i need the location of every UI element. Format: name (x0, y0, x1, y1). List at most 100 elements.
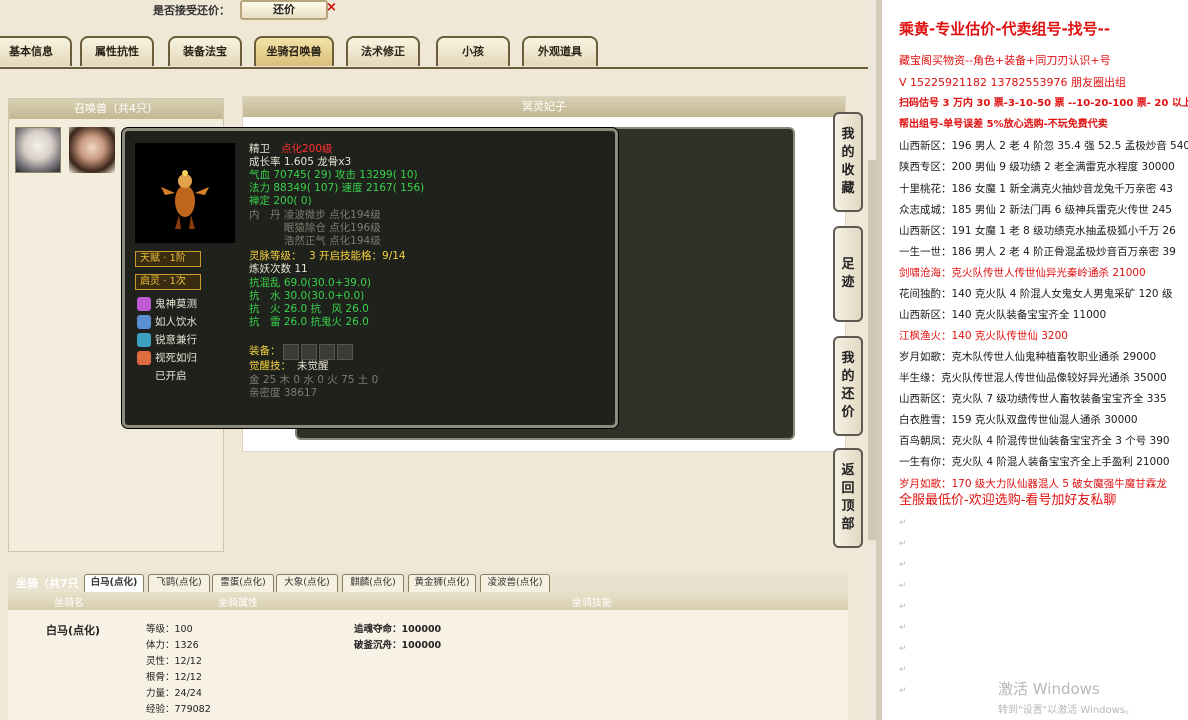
my-favorites-button[interactable]: 我 的 收 藏 (833, 112, 863, 212)
summon-inner-core: 内 丹 凌波微步 点化194级 (249, 209, 381, 221)
seller-note-line: 十里桃花：186 女魔 1 新全满克火抽炒音龙兔千万亲密 43 (899, 183, 1173, 195)
resistance: 抗 雷 26.0 抗鬼火 26.0 (249, 316, 369, 328)
seller-note-line: 岁月如歌：克木队传世人仙鬼种植畜牧职业通杀 29000 (899, 351, 1157, 363)
skill-icon (137, 333, 151, 347)
tab-equipment[interactable]: 装备法宝 (168, 36, 242, 66)
seller-note-line: 百鸟朝凤：克火队 4 阶混传世仙装备宝宝齐全 3 个号 390 (899, 435, 1170, 447)
tab-mount-summon[interactable]: 坐骑召唤兽 (254, 36, 334, 66)
mount-attr: 经验：779082 (146, 704, 211, 715)
mount-table-body: 白马(点化) 等级：100 体力：1326 灵性：12/12 根骨：12/12 … (8, 610, 848, 720)
counter-offer-button[interactable]: 还价 (240, 0, 328, 20)
seller-note-line: 一生一世：186 男人 2 老 4 阶正骨混孟极炒音百万亲密 39 (899, 246, 1176, 258)
summon-figure-icon (161, 170, 209, 229)
counter-offer-bar: 是否接受还价： 还价 × (0, 0, 868, 30)
tab-mount[interactable]: 飞鹍(点化) (148, 574, 210, 592)
refine-count: 炼妖次数 11 (249, 263, 308, 275)
summon-inner-core: 眠猿除仓 点化196级 (249, 222, 381, 234)
button-char: 我 (841, 351, 855, 366)
skill-icon (137, 315, 151, 329)
mount-attr: 根骨：12/12 (146, 672, 202, 683)
game-window: 是否接受还价： 还价 × 基本信息 属性抗性 装备法宝 坐骑召唤兽 法术修正 小… (0, 0, 868, 720)
paragraph-mark-icon: ↵ (899, 623, 907, 633)
tab-appearance-items[interactable]: 外观道具 (522, 36, 598, 66)
column-header: 坐骑技能 (572, 598, 612, 609)
button-char: 返 (841, 463, 855, 478)
button-char: 部 (841, 517, 855, 532)
tab-basic-info[interactable]: 基本信息 (0, 36, 72, 66)
scrollbar-thumb[interactable] (868, 160, 876, 540)
seller-note-line: V 15225921182 13782553976 朋友圈出组 (899, 76, 1126, 89)
button-char: 价 (841, 405, 855, 420)
tab-mount[interactable]: 雷蛋(点化) (212, 574, 274, 592)
seller-note-line: 江枫渔火：140 克火队传世仙 3200 (899, 330, 1068, 342)
equipment-slot[interactable] (337, 344, 353, 360)
close-icon[interactable]: × (326, 0, 337, 15)
resistance: 抗混乱 69.0(30.0+39.0) (249, 277, 371, 289)
button-char: 足 (841, 257, 855, 272)
equipment-slot[interactable] (319, 344, 335, 360)
button-char: 收 (841, 163, 855, 178)
paragraph-mark-icon: ↵ (899, 518, 907, 528)
my-counter-offers-button[interactable]: 我 的 还 价 (833, 336, 863, 436)
back-to-top-button[interactable]: 返 回 顶 部 (833, 448, 863, 548)
seller-note-line: 全服最低价-欢迎选购-看号加好友私聊 (899, 493, 1117, 508)
skill-status: 已开启 (155, 370, 187, 382)
skill-icon (137, 351, 151, 365)
tab-mount[interactable]: 凌波兽(点化) (480, 574, 550, 592)
paragraph-mark-icon: ↵ (899, 602, 907, 612)
seller-note-line: 一生有你：克火队 4 阶混人装备宝宝齐全上手盈利 21000 (899, 456, 1170, 468)
button-char: 回 (841, 481, 855, 496)
tab-mount[interactable]: 麒麟(点化) (342, 574, 404, 592)
paragraph-mark-icon: ↵ (899, 665, 907, 675)
element-values: 金 25 木 0 水 0 火 75 土 0 (249, 374, 379, 386)
tab-attribute-resistance[interactable]: 属性抗性 (80, 36, 154, 66)
skill-name: 视死如归 (155, 352, 197, 364)
mount-attr: 灵性：12/12 (146, 656, 202, 667)
summon-portrait[interactable] (69, 127, 115, 173)
windows-activation-watermark: 激活 Windows 转到"设置"以激活 Windows。 (998, 678, 1135, 716)
equipment-slot[interactable] (301, 344, 317, 360)
button-char: 的 (841, 145, 855, 160)
summon-hp-attack: 气血 70745( 29) 攻击 13299( 10) (249, 169, 418, 181)
mount-name: 白马(点化) (46, 624, 101, 637)
column-header: 坐骑名 (54, 598, 84, 609)
seller-note-line: 花间独酌：140 克火队 4 阶混人女鬼女人男鬼采矿 120 级 (899, 288, 1173, 300)
summon-portrait[interactable] (15, 127, 61, 173)
skill-name: 如人饮水 (155, 316, 197, 328)
seller-note-line: 白衣胜雪：159 克火队双盘传世仙混人通杀 30000 (899, 414, 1138, 426)
tab-child[interactable]: 小孩 (436, 36, 510, 66)
skill-name: 锐意兼行 (155, 334, 197, 346)
tab-mount[interactable]: 黄金狮(点化) (408, 574, 476, 592)
seller-note-line: 乘黄-专业估价-代卖组号-找号-- (899, 20, 1111, 38)
character-tabs: 基本信息 属性抗性 装备法宝 坐骑召唤兽 法术修正 小孩 外观道具 (0, 36, 868, 68)
mount-attr: 力量：24/24 (146, 688, 202, 699)
paragraph-mark-icon: ↵ (899, 539, 907, 549)
mount-attr: 等级：100 (146, 624, 193, 635)
button-char: 迹 (841, 275, 855, 290)
button-char: 的 (841, 369, 855, 384)
equipment-slot[interactable] (283, 344, 299, 360)
paragraph-mark-icon: ↵ (899, 560, 907, 570)
awaken-value: 未觉醒 (297, 360, 329, 372)
summon-image (135, 143, 235, 243)
summon-tooltip: 精卫 点化200级 成长率 1.605 龙骨x3 气血 70745( 29) 攻… (122, 128, 618, 428)
mount-table-header: 坐骑名 坐骑属性 坐骑技能 (8, 592, 848, 610)
button-char: 顶 (841, 499, 855, 514)
mount-tabs: 白马(点化) 飞鹍(点化) 雷蛋(点化) 大象(点化) 麒麟(点化) 黄金狮(点… (8, 572, 848, 592)
button-char: 还 (841, 387, 855, 402)
summon-name: 精卫 (249, 143, 270, 155)
summon-level: 点化200级 (281, 143, 333, 155)
paragraph-mark-icon: ↵ (899, 686, 907, 696)
watermark-title: 激活 Windows (998, 680, 1100, 698)
tab-spell-correction[interactable]: 法术修正 (346, 36, 420, 66)
tab-mount[interactable]: 大象(点化) (276, 574, 338, 592)
awaken-spirit-badge: 启灵 · 1次 (135, 274, 201, 290)
skill-icon (137, 297, 151, 311)
spirit-vein-label: 灵脉等级： (249, 250, 302, 262)
footprints-button[interactable]: 足 迹 (833, 226, 863, 322)
seller-note-line: 半生缘：克火队传世混人传世仙品像较好异光通杀 35000 (899, 372, 1167, 384)
button-char: 我 (841, 127, 855, 142)
column-header: 坐骑属性 (218, 598, 258, 609)
tab-mount[interactable]: 白马(点化) (84, 574, 144, 592)
summon-growth: 成长率 1.605 龙骨x3 (249, 156, 352, 168)
